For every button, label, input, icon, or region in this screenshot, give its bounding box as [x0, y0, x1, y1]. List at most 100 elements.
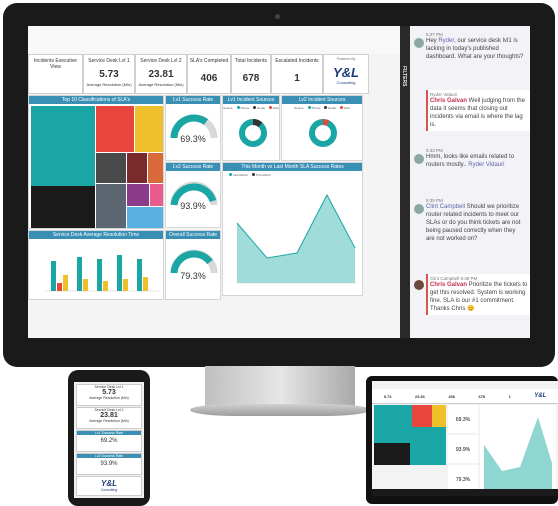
- treemap-cell-gray[interactable]: [96, 184, 126, 228]
- kpi-escalated[interactable]: Escalated Incidents 1: [271, 54, 323, 94]
- lv2-success-panel[interactable]: Lv2 Success Rate 93.9%: [165, 162, 221, 228]
- legend-label: Web: [272, 106, 279, 110]
- chat-message: Clint Campbell 5:39 PM Chris Galvan Prio…: [414, 274, 530, 315]
- phone-card-lvl1[interactable]: Service Desk Lvl 1 5.73 Average Resoluti…: [76, 384, 142, 406]
- tablet-treemap-yellow: [432, 405, 446, 427]
- dashboard-gutter: [364, 95, 400, 338]
- overall-success-panel[interactable]: Overall Success Rate 79.3%: [165, 230, 221, 300]
- tablet-taskbar: [372, 489, 558, 496]
- phone-logo: Y&L Consulting: [76, 476, 142, 496]
- tablet-logo: Y&L: [534, 393, 547, 399]
- logo-subtext: Consulting: [336, 80, 356, 85]
- kpi-value: 678: [242, 73, 260, 84]
- mention[interactable]: Ryder Vidauri: [468, 162, 504, 168]
- tablet-kpi-strip: 5.73 23.81 406 678 1 Y&L: [372, 389, 558, 404]
- panel-title: Top 10 Classifications of SLA's: [29, 96, 163, 104]
- kpi-slas-completed[interactable]: SLA's Completed 406: [187, 54, 231, 94]
- kpi-subtitle: Average Resolution (Min): [86, 82, 132, 87]
- avatar: [414, 154, 424, 164]
- treemap-cell-pink[interactable]: [150, 184, 163, 206]
- tablet-area-chart: [480, 405, 556, 493]
- panel-title: Service Desk Average Resolution Time: [29, 231, 163, 239]
- phone-card-lvl2[interactable]: Service Desk Lvl 2 23.81 Average Resolut…: [76, 407, 142, 429]
- tablet-gauge-1: 69.3%: [448, 405, 478, 433]
- tablet-gauge-2: 93.9%: [448, 435, 478, 463]
- legend-label: Phone: [311, 106, 321, 110]
- lv2-sources-panel[interactable]: Lv2 Incident Sources Source Phone Email …: [281, 95, 363, 161]
- lv1-sources-panel[interactable]: Lv1 Incident Sources Source Phone Email …: [222, 95, 280, 161]
- chat-message: 5:33 PM Hmm, looks like emails related t…: [414, 148, 524, 169]
- chat-message: 5:35 PM Clint Campbell Should we priorit…: [414, 198, 524, 243]
- logo-subtext: Consulting: [100, 488, 118, 492]
- webcam: [275, 14, 280, 19]
- powered-by-label: Powered By: [336, 57, 356, 61]
- kpi-title: Service Desk Lvl 1: [88, 58, 130, 64]
- phone-screen: Service Desk Lvl 1 5.73 Average Resoluti…: [74, 382, 144, 498]
- kpi-value: 23.81: [148, 69, 174, 80]
- lv2-gauge-value: 93.9%: [180, 201, 206, 211]
- avatar: [414, 204, 424, 214]
- message-text: Hey: [426, 38, 439, 44]
- kpi-title: Total Incidents: [235, 58, 267, 64]
- card-subtitle: Average Resolution (Min): [89, 396, 129, 400]
- treemap-cell-red[interactable]: [96, 106, 134, 152]
- kpi-sd-lvl2[interactable]: Service Desk Lvl 2 23.81 Average Resolut…: [135, 54, 187, 94]
- phone-card-lv2-gauge[interactable]: Lv2 Success Rate 93.9%: [76, 453, 142, 475]
- kpi-subtitle: Average Resolution (Min): [138, 82, 184, 87]
- tablet-screen: 5.73 23.81 406 678 1 Y&L 69.3% 93.9% 79.…: [372, 381, 558, 496]
- mention[interactable]: Chris Galvan: [430, 282, 467, 288]
- treemap-cell-not-defined[interactable]: [31, 186, 95, 228]
- chat-panel: 5:27 PM Hey Ryder, our service desk lvl1…: [410, 26, 530, 338]
- card-title: Lv2 Success Rate: [77, 454, 141, 458]
- dashboard-top-blank: [28, 26, 400, 54]
- kpi-title: Escalated Incidents: [275, 58, 319, 64]
- filters-pane[interactable]: FILTERS: [400, 26, 410, 338]
- phone-card-lv1-gauge[interactable]: Lv1 Success Rate 69.2%: [76, 430, 142, 452]
- card-value: 69.2%: [100, 438, 118, 444]
- sla-month-panel[interactable]: This Month vs Last Month SLA Success Rat…: [222, 162, 363, 296]
- tablet-treemap-red: [412, 405, 432, 427]
- treemap-cell-purple[interactable]: [127, 184, 149, 206]
- avg-resolution-bars: [45, 255, 159, 292]
- kpi-total-incidents[interactable]: Total Incidents 678: [231, 54, 271, 94]
- avg-resolution-panel[interactable]: Service Desk Average Resolution Time: [28, 230, 164, 300]
- filters-label: FILTERS: [401, 66, 407, 87]
- avatar: [414, 280, 424, 290]
- sla-month-legend: Last Month This Month: [223, 173, 362, 177]
- gauge-value: 93.9%: [455, 447, 471, 453]
- panel-title: Overall Success Rate: [166, 231, 220, 239]
- treemap-cell-blue[interactable]: [127, 207, 163, 228]
- message-body: Hmm, looks like emails related to router…: [426, 153, 524, 169]
- card-title: Lv1 Success Rate: [77, 431, 141, 435]
- mention[interactable]: Clint Campbell: [426, 204, 465, 210]
- tablet-kpi: 678: [478, 393, 486, 399]
- treemap-cell-dark-red[interactable]: [127, 153, 147, 183]
- card-value: 93.9%: [100, 461, 118, 467]
- mention[interactable]: Ryder: [438, 38, 454, 44]
- mention[interactable]: Chris Galvan: [430, 98, 467, 104]
- tablet-kpi: 406: [448, 393, 456, 399]
- logo-text: Y&L: [333, 65, 359, 80]
- kpi-title: SLA's Completed: [189, 58, 229, 64]
- treemap-panel[interactable]: Top 10 Classifications of SLA's: [28, 95, 164, 229]
- lv1-donut: [239, 119, 267, 147]
- legend-label: Last Month: [233, 173, 248, 177]
- monitor-stand-base: [190, 404, 370, 416]
- lv1-success-panel[interactable]: Lv1 Success Rate 69.3%: [165, 95, 221, 161]
- treemap-cell-orange[interactable]: [148, 153, 163, 183]
- treemap-cell-software[interactable]: [96, 153, 126, 183]
- monitor-stand-neck: [205, 366, 355, 406]
- kpi-value: 1: [294, 73, 300, 84]
- tablet-treemap-black: [374, 443, 410, 465]
- legend-label: Email: [257, 106, 265, 110]
- lv2-sources-legend: Source Phone Email Web: [282, 106, 362, 110]
- kpi-sd-lvl1[interactable]: Service Desk Lvl 1 5.73 Average Resoluti…: [83, 54, 135, 94]
- kpi-title: Incidents Executive View: [33, 58, 78, 70]
- treemap-cell-yellow[interactable]: [135, 106, 163, 152]
- legend-label: Source: [294, 106, 304, 110]
- message-body: Chris Galvan Well judging from the data …: [430, 97, 528, 129]
- legend-label: Email: [328, 106, 336, 110]
- panel-title: Lv2 Success Rate: [166, 163, 220, 171]
- kpi-executive-view[interactable]: Incidents Executive View: [28, 54, 83, 94]
- lv1-sources-legend: Source Phone Email Web: [223, 106, 279, 110]
